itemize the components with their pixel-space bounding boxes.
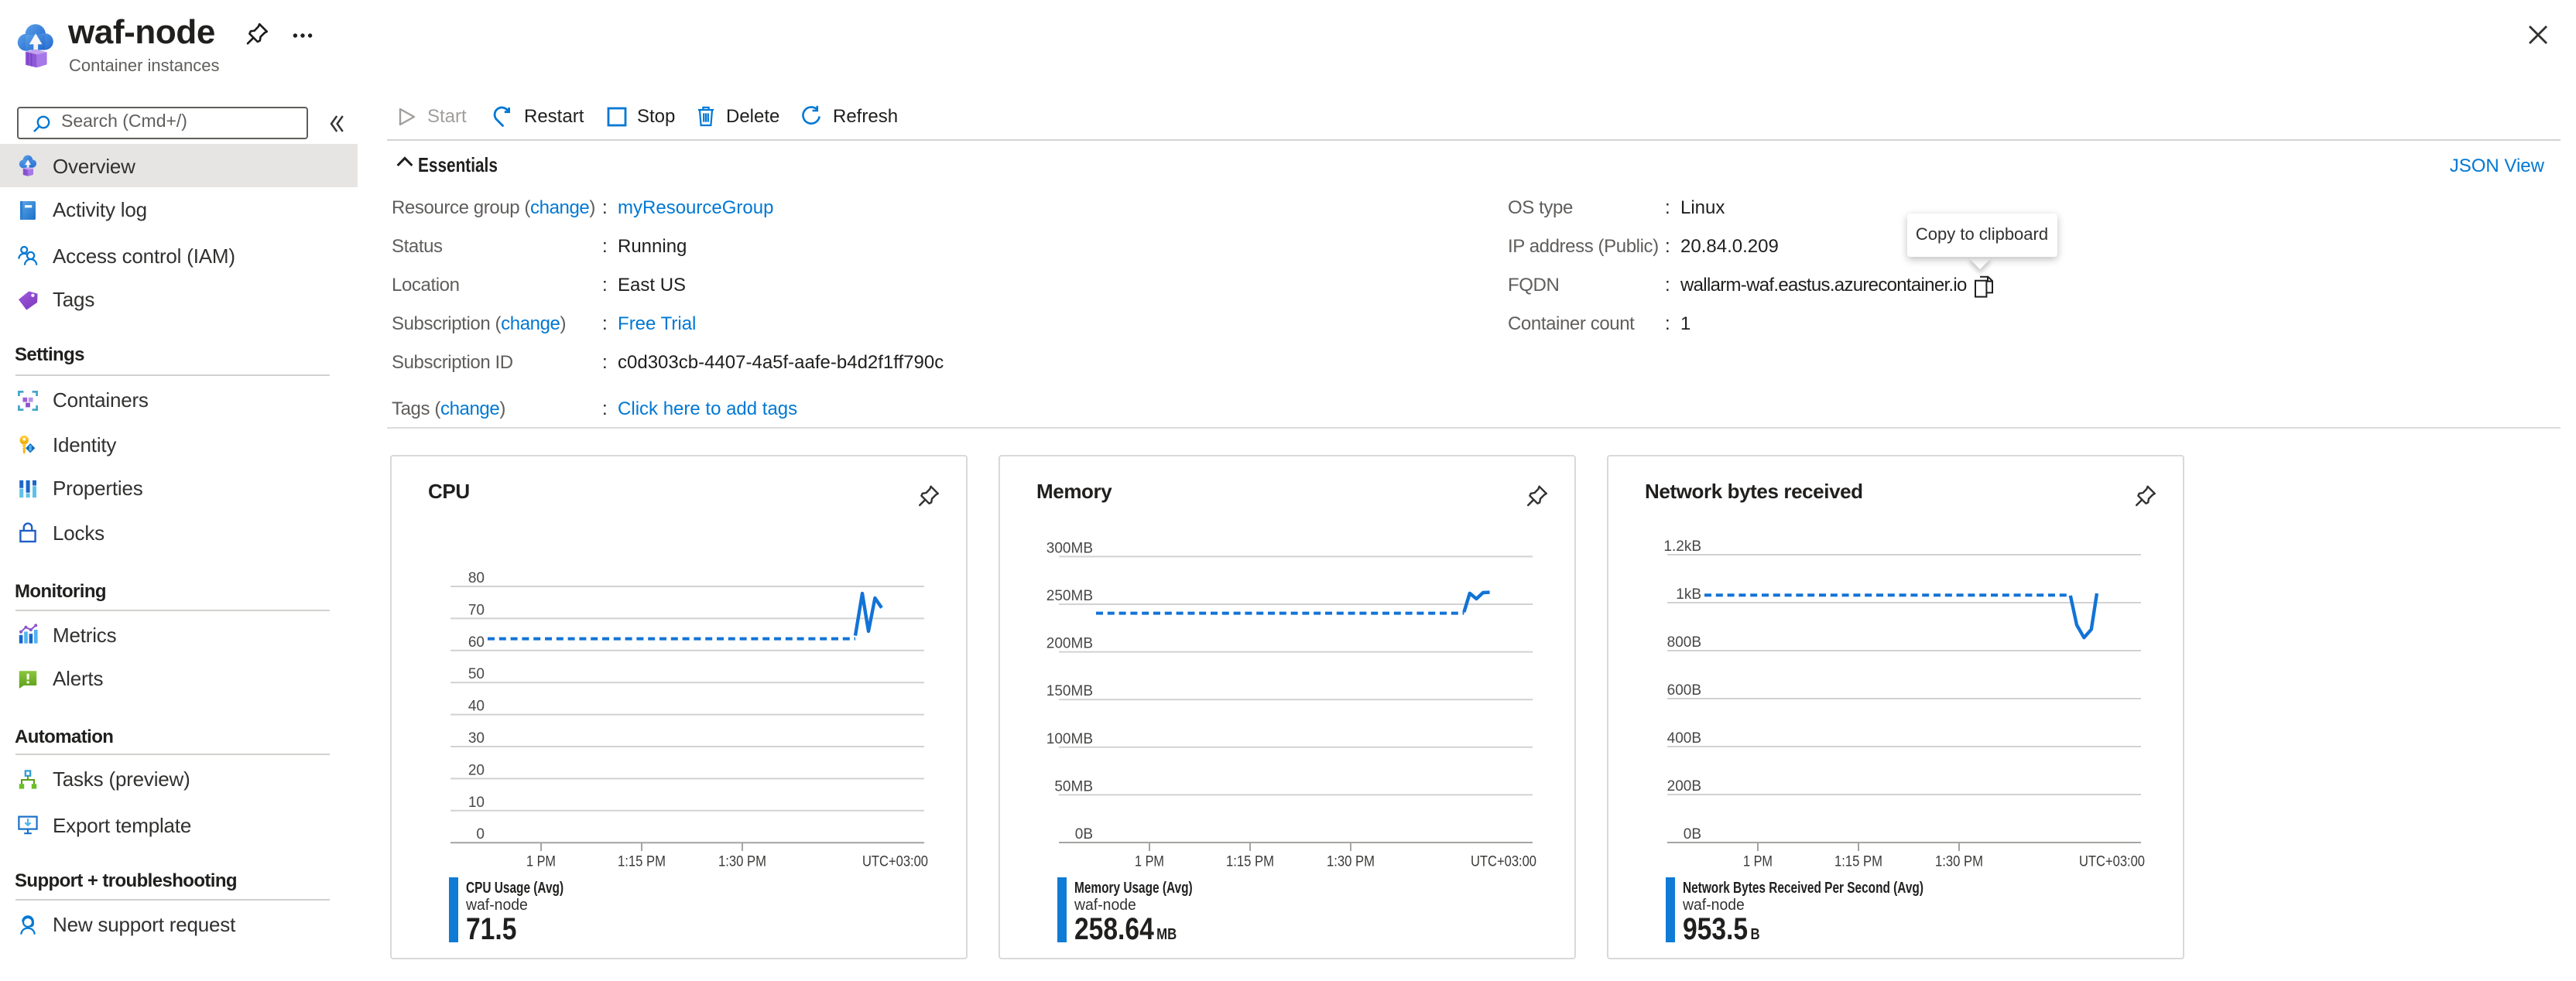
svg-text:20: 20 xyxy=(468,761,484,778)
svg-text:UTC+03:00: UTC+03:00 xyxy=(1470,853,1536,870)
svg-text:50MB: 50MB xyxy=(1053,778,1092,794)
svg-text:150MB: 150MB xyxy=(1046,682,1092,699)
svg-text:60: 60 xyxy=(468,634,484,650)
svg-text:200B: 200B xyxy=(1667,778,1701,794)
svg-text:400B: 400B xyxy=(1667,730,1701,746)
svg-text:10: 10 xyxy=(468,794,484,810)
svg-text:UTC+03:00: UTC+03:00 xyxy=(862,853,927,870)
svg-text:1:15 PM: 1:15 PM xyxy=(1834,853,1882,870)
svg-text:70: 70 xyxy=(468,601,484,617)
svg-text:1:30 PM: 1:30 PM xyxy=(1934,853,1982,870)
svg-text:UTC+03:00: UTC+03:00 xyxy=(2078,853,2144,870)
svg-text:200MB: 200MB xyxy=(1046,635,1092,651)
svg-text:800B: 800B xyxy=(1667,634,1701,650)
svg-text:30: 30 xyxy=(468,730,484,746)
svg-text:40: 40 xyxy=(468,698,484,714)
svg-text:0B: 0B xyxy=(1074,825,1092,842)
svg-text:0B: 0B xyxy=(1683,825,1701,842)
svg-text:1:30 PM: 1:30 PM xyxy=(1326,853,1374,870)
svg-text:600B: 600B xyxy=(1667,682,1701,698)
svg-text:1 PM: 1 PM xyxy=(1742,853,1772,870)
svg-text:1 PM: 1 PM xyxy=(526,853,555,870)
svg-text:1 PM: 1 PM xyxy=(1134,853,1163,870)
svg-text:1:15 PM: 1:15 PM xyxy=(617,853,665,870)
svg-text:1:15 PM: 1:15 PM xyxy=(1225,853,1273,870)
svg-text:1:30 PM: 1:30 PM xyxy=(718,853,766,870)
svg-text:1kB: 1kB xyxy=(1675,586,1701,602)
svg-text:100MB: 100MB xyxy=(1046,730,1092,747)
svg-text:250MB: 250MB xyxy=(1046,587,1092,603)
svg-text:1.2kB: 1.2kB xyxy=(1663,538,1701,554)
svg-text:300MB: 300MB xyxy=(1046,539,1092,555)
svg-text:0: 0 xyxy=(475,825,484,842)
svg-text:80: 80 xyxy=(468,569,484,586)
svg-text:50: 50 xyxy=(468,665,484,682)
